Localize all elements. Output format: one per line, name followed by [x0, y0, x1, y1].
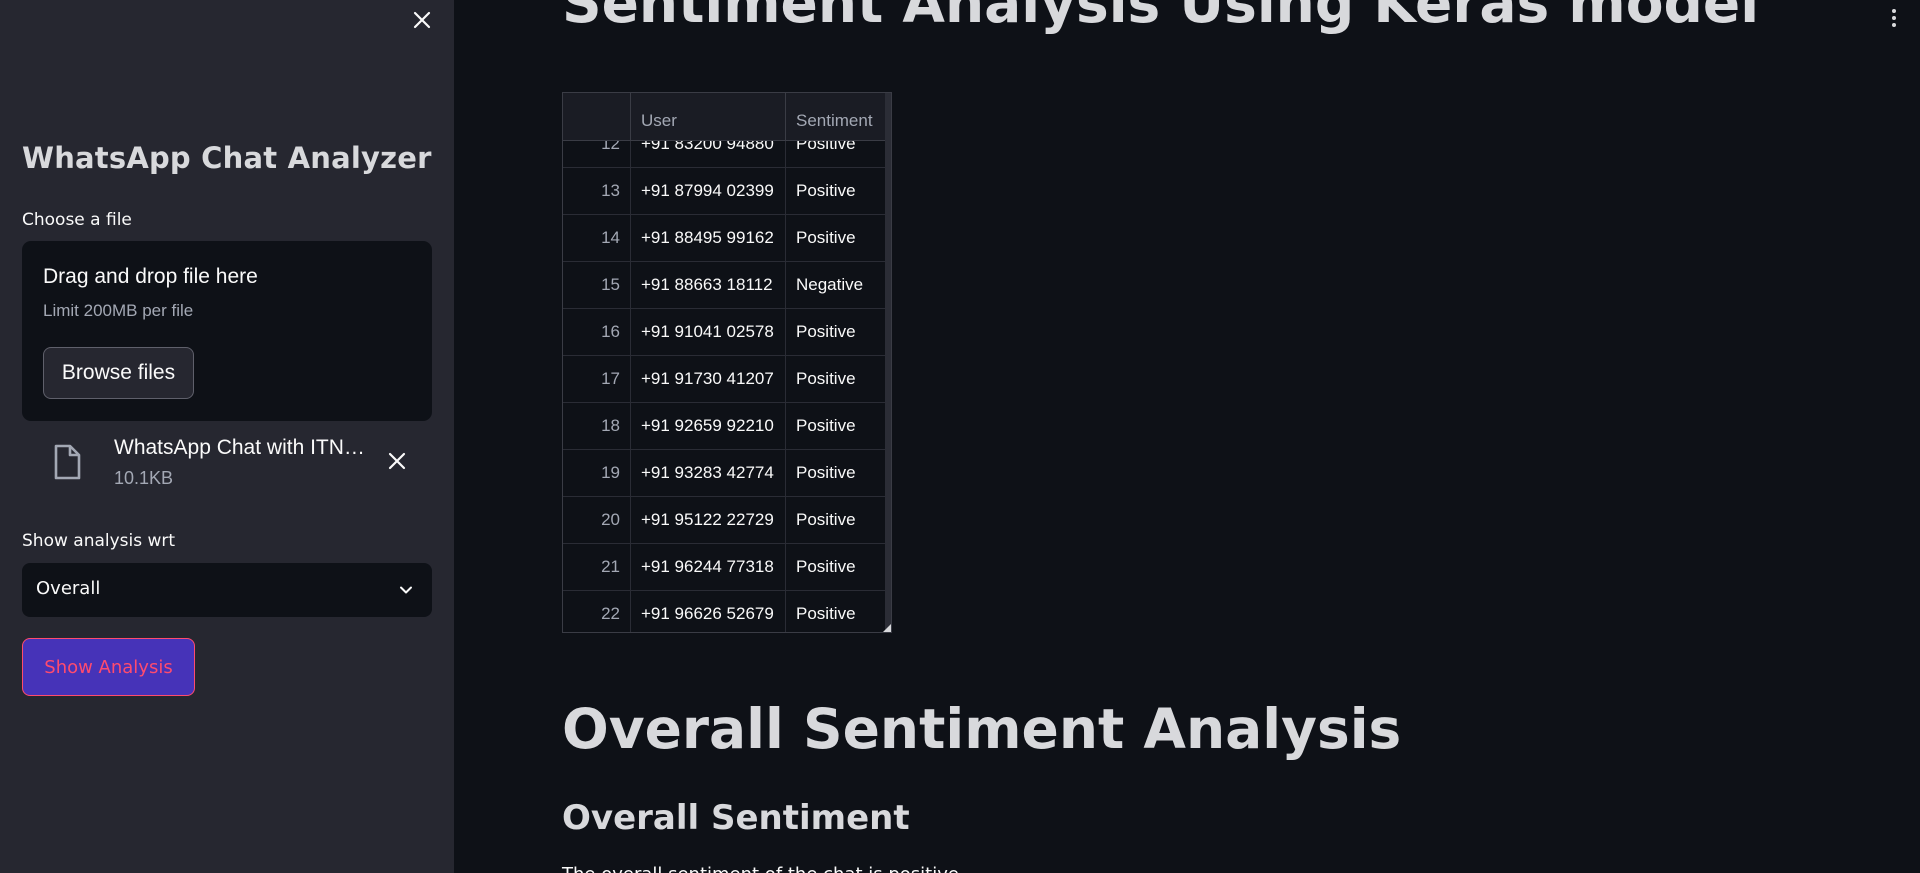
browse-files-button[interactable]: Browse files: [43, 347, 194, 399]
kebab-menu-icon: [1892, 9, 1896, 13]
dropzone-limit: Limit 200MB per file: [43, 301, 194, 320]
file-icon: [54, 444, 81, 480]
user-cell: +91 96626 52679: [631, 591, 786, 632]
table-row[interactable]: 22 +91 96626 52679 Positive: [563, 591, 891, 632]
table-row[interactable]: 19 +91 93283 42774 Positive: [563, 450, 891, 497]
user-cell: +91 91730 41207: [631, 356, 786, 402]
row-index: 19: [563, 450, 631, 496]
column-header-user[interactable]: User: [631, 93, 786, 141]
sentiment-cell: Positive: [786, 356, 886, 402]
file-uploader-label: Choose a file: [22, 210, 132, 230]
row-index: 13: [563, 168, 631, 214]
table-row[interactable]: 17 +91 91730 41207 Positive: [563, 356, 891, 403]
sentiment-cell: Negative: [786, 262, 886, 308]
row-index: 17: [563, 356, 631, 402]
sub-heading: Overall Sentiment: [562, 798, 910, 838]
table-row[interactable]: 20 +91 95122 22729 Positive: [563, 497, 891, 544]
user-cell: +91 96244 77318: [631, 544, 786, 590]
show-analysis-button[interactable]: Show Analysis: [22, 638, 195, 696]
close-icon: [388, 452, 406, 470]
uploaded-file-size: 10.1KB: [114, 468, 174, 488]
sentiment-table[interactable]: User Sentiment 12 +91 83200 94880 Positive…: [562, 92, 892, 633]
chevron-down-icon: [400, 586, 412, 594]
sentiment-cell: Positive: [786, 591, 886, 632]
user-cell: +91 87994 02399: [631, 168, 786, 214]
sentiment-cell: Positive: [786, 309, 886, 355]
dropzone-title: Drag and drop file here: [43, 265, 258, 288]
page-title: Sentiment Analysis Using Keras model: [562, 0, 1760, 35]
sentiment-summary-text: The overall sentiment of the chat is pos…: [562, 864, 965, 873]
user-cell: +91 88495 99162: [631, 215, 786, 261]
analysis-select-label: Show analysis wrt: [22, 531, 176, 551]
column-header-index: [563, 93, 631, 141]
sentiment-cell: Positive: [786, 215, 886, 261]
analysis-select[interactable]: Overall: [22, 563, 432, 617]
user-cell: +91 95122 22729: [631, 497, 786, 543]
section-heading: Overall Sentiment Analysis: [562, 697, 1402, 761]
column-header-sentiment[interactable]: Sentiment: [786, 93, 886, 141]
row-index: 18: [563, 403, 631, 449]
app-title: WhatsApp Chat Analyzer: [22, 141, 432, 175]
sentiment-cell: Positive: [786, 450, 886, 496]
table-row[interactable]: 18 +91 92659 92210 Positive: [563, 403, 891, 450]
row-index: 16: [563, 309, 631, 355]
table-row[interactable]: 15 +91 88663 18112 Negative: [563, 262, 891, 309]
remove-file-button[interactable]: [382, 446, 412, 476]
table-row[interactable]: 13 +91 87994 02399 Positive: [563, 168, 891, 215]
file-dropzone[interactable]: Drag and drop file here Limit 200MB per …: [22, 241, 432, 421]
row-index: 20: [563, 497, 631, 543]
table-body: 12 +91 83200 94880 Positive 13 +91 87994 023…: [563, 121, 891, 632]
sentiment-cell: Positive: [786, 544, 886, 590]
table-row[interactable]: 14 +91 88495 99162 Positive: [563, 215, 891, 262]
sidebar: WhatsApp Chat Analyzer Choose a file Dra…: [0, 0, 454, 873]
row-index: 15: [563, 262, 631, 308]
row-index: 21: [563, 544, 631, 590]
close-icon: [413, 11, 431, 29]
table-scrollbar[interactable]: [885, 93, 891, 632]
sidebar-close-button[interactable]: [408, 6, 436, 34]
sentiment-cell: Positive: [786, 403, 886, 449]
row-index: 22: [563, 591, 631, 632]
table-row[interactable]: 16 +91 91041 02578 Positive: [563, 309, 891, 356]
main-menu-button[interactable]: [1886, 6, 1902, 30]
row-index: 14: [563, 215, 631, 261]
analysis-select-value: Overall: [36, 578, 101, 599]
user-cell: +91 93283 42774: [631, 450, 786, 496]
user-cell: +91 88663 18112: [631, 262, 786, 308]
sentiment-cell: Positive: [786, 497, 886, 543]
table-row[interactable]: 21 +91 96244 77318 Positive: [563, 544, 891, 591]
user-cell: +91 91041 02578: [631, 309, 786, 355]
main-content: Sentiment Analysis Using Keras model Use…: [454, 0, 1920, 873]
table-header: User Sentiment: [563, 93, 891, 141]
uploaded-file-name: WhatsApp Chat with ITN…: [114, 436, 365, 459]
sentiment-cell: Positive: [786, 168, 886, 214]
uploaded-file: WhatsApp Chat with ITN… 10.1KB: [22, 430, 432, 500]
user-cell: +91 92659 92210: [631, 403, 786, 449]
